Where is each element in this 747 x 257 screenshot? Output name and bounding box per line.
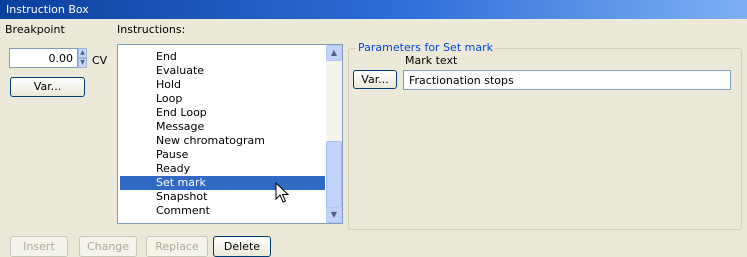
instructions-scrollbar[interactable]: ▲ ▼ bbox=[326, 45, 342, 223]
parameters-group-title: Parameters for Set mark bbox=[356, 41, 495, 54]
list-item[interactable]: Evaluate bbox=[120, 64, 325, 78]
title-bar: Instruction Box bbox=[0, 0, 747, 19]
list-item[interactable]: Loop bbox=[120, 92, 325, 106]
mark-text-field[interactable]: Fractionation stops bbox=[403, 70, 731, 90]
list-item[interactable]: Snapshot bbox=[120, 190, 325, 204]
scroll-up-icon[interactable]: ▲ bbox=[326, 45, 342, 61]
mark-text-label: Mark text bbox=[405, 54, 458, 67]
list-item[interactable]: End Loop bbox=[120, 106, 325, 120]
list-item[interactable]: Pause bbox=[120, 148, 325, 162]
spin-down-icon[interactable]: ▼ bbox=[78, 58, 87, 68]
scroll-down-icon[interactable]: ▼ bbox=[326, 207, 342, 223]
list-item[interactable]: Ready bbox=[120, 162, 325, 176]
breakpoint-unit: CV bbox=[92, 54, 108, 67]
list-item[interactable]: End bbox=[120, 50, 325, 64]
spin-up-icon[interactable]: ▲ bbox=[78, 48, 87, 58]
window-title: Instruction Box bbox=[6, 3, 89, 16]
scroll-thumb[interactable] bbox=[326, 141, 342, 208]
change-button[interactable]: Change bbox=[79, 236, 137, 257]
mark-text-var-button[interactable]: Var... bbox=[353, 70, 397, 89]
instructions-label: Instructions: bbox=[117, 23, 186, 36]
list-item[interactable]: Message bbox=[120, 120, 325, 134]
delete-button[interactable]: Delete bbox=[213, 236, 271, 257]
breakpoint-label: Breakpoint bbox=[5, 23, 65, 36]
list-item[interactable]: Hold bbox=[120, 78, 325, 92]
breakpoint-input[interactable]: 0.00 bbox=[9, 48, 78, 68]
list-item[interactable]: Comment bbox=[120, 204, 325, 218]
instructions-listbox[interactable]: End Evaluate Hold Loop End Loop Message … bbox=[117, 44, 343, 224]
mark-text-value: Fractionation stops bbox=[409, 74, 514, 87]
mouse-pointer-icon bbox=[275, 182, 290, 203]
instruction-box-window: Instruction Box Breakpoint 0.00 ▲ ▼ CV V… bbox=[0, 0, 747, 257]
breakpoint-spinner[interactable]: ▲ ▼ bbox=[78, 48, 87, 68]
insert-button[interactable]: Insert bbox=[10, 236, 68, 257]
breakpoint-var-button[interactable]: Var... bbox=[10, 77, 85, 97]
list-item[interactable]: New chromatogram bbox=[120, 134, 325, 148]
breakpoint-value: 0.00 bbox=[48, 52, 74, 65]
replace-button[interactable]: Replace bbox=[146, 236, 208, 257]
list-item-selected[interactable]: Set mark bbox=[120, 176, 325, 190]
